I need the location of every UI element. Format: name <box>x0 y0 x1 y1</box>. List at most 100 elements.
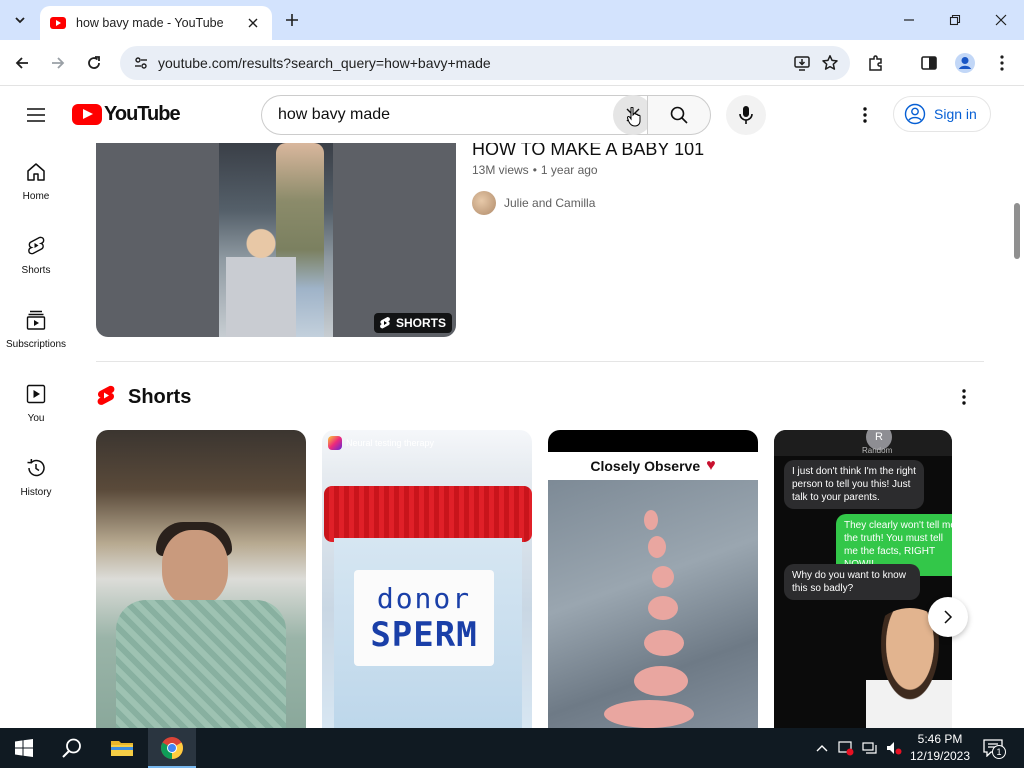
window-close-button[interactable] <box>989 8 1013 32</box>
channel-avatar[interactable] <box>472 191 496 215</box>
youtube-logo[interactable]: YouTube <box>72 103 181 126</box>
upload-age: 1 year ago <box>540 163 598 177</box>
start-button[interactable] <box>0 728 48 768</box>
file-explorer-button[interactable] <box>98 728 146 768</box>
chevron-right-icon <box>944 610 953 624</box>
channel-link[interactable]: Julie and Camilla <box>472 191 595 215</box>
video-thumbnail[interactable]: SHORTS <box>96 143 456 337</box>
settings-menu-button[interactable] <box>853 103 877 127</box>
reload-button[interactable] <box>82 51 106 75</box>
voice-search-button[interactable] <box>726 95 766 135</box>
search-icon <box>62 738 81 758</box>
minimize-icon <box>904 19 914 21</box>
restore-button[interactable] <box>943 8 967 32</box>
short-card[interactable] <box>96 430 306 728</box>
taskbar-search-button[interactable] <box>48 728 96 768</box>
close-icon <box>248 18 258 28</box>
network-icon <box>862 742 877 754</box>
chat-contact-name: Random <box>862 446 893 455</box>
tab-close-button[interactable] <box>244 14 262 32</box>
chevron-down-icon <box>15 17 25 24</box>
search-input[interactable]: how bavy made <box>261 95 653 135</box>
shorts-icon <box>380 317 390 329</box>
short-image-detail <box>324 486 532 542</box>
shelf-menu-button[interactable] <box>952 385 976 409</box>
tab-search-button[interactable] <box>8 8 32 32</box>
tray-overflow-button[interactable] <box>812 738 832 758</box>
home-icon <box>27 163 45 181</box>
install-app-button[interactable] <box>788 49 816 77</box>
chrome-taskbar-button[interactable] <box>148 728 196 768</box>
guide-label: History <box>20 487 52 498</box>
chrome-menu-button[interactable] <box>990 51 1014 75</box>
sign-in-label: Sign in <box>934 106 977 122</box>
guide-item-history[interactable]: History <box>0 439 72 513</box>
browser-tab-youtube[interactable]: how bavy made - YouTube <box>40 6 272 40</box>
section-divider <box>96 361 984 362</box>
more-vert-icon <box>1000 55 1004 71</box>
tray-volume-button[interactable] <box>884 738 904 758</box>
short-image-detail <box>116 600 286 728</box>
tray-security-button[interactable] <box>836 738 856 758</box>
short-image-detail <box>162 530 228 606</box>
page-scrollbar[interactable] <box>1010 87 1024 728</box>
profile-avatar-icon <box>955 53 975 73</box>
shorts-badge: SHORTS <box>373 313 452 333</box>
hamburger-icon <box>27 108 45 122</box>
chevron-up-icon <box>816 745 828 752</box>
short-image-detail <box>634 666 688 696</box>
restore-icon <box>949 14 961 26</box>
mouse-cursor-icon <box>627 107 641 127</box>
guide-item-shorts[interactable]: Shorts <box>0 217 72 291</box>
site-info-button[interactable] <box>130 52 152 74</box>
guide-item-subscriptions[interactable]: Subscriptions <box>0 291 72 365</box>
channel-name[interactable]: Julie and Camilla <box>504 196 595 210</box>
plus-icon <box>286 14 298 26</box>
shelf-next-button[interactable] <box>928 597 968 637</box>
short-card[interactable]: Closely Observe ♥ <box>548 430 758 728</box>
extensions-button[interactable] <box>864 51 888 75</box>
guide-item-home[interactable]: Home <box>0 143 72 217</box>
chat-bubble-incoming: I just don't think I'm the right person … <box>784 460 924 509</box>
address-bar[interactable]: youtube.com/results?search_query=how+bav… <box>120 46 850 80</box>
mini-guide: Home Shorts Subscriptions You History <box>0 143 72 728</box>
view-count: 13M views <box>472 163 529 177</box>
tray-network-button[interactable] <box>860 738 880 758</box>
short-image-detail <box>648 536 666 558</box>
chat-bubble-incoming: Why do you want to know this so badly? <box>784 564 920 600</box>
profile-button[interactable] <box>953 51 977 75</box>
back-button[interactable] <box>10 51 34 75</box>
side-panel-button[interactable] <box>917 51 941 75</box>
video-title[interactable]: HOW TO MAKE A BABY 101 <box>472 143 704 160</box>
sign-in-button[interactable]: Sign in <box>893 96 991 132</box>
short-overlay: Closely Observe ♥ <box>548 452 758 480</box>
short-overlay: Neural testing therapy <box>328 436 434 450</box>
minimize-button[interactable] <box>897 8 921 32</box>
video-metadata: 13M views • 1 year ago <box>472 163 598 177</box>
arrow-right-icon <box>52 57 65 69</box>
url-text[interactable]: youtube.com/results?search_query=how+bav… <box>158 55 788 71</box>
guide-menu-button[interactable] <box>24 103 48 127</box>
puzzle-icon <box>869 55 882 71</box>
search-button[interactable] <box>647 95 711 135</box>
short-overlay-text: Neural testing therapy <box>346 438 435 448</box>
bookmark-button[interactable] <box>816 49 844 77</box>
clock-date: 12/19/2023 <box>909 749 971 763</box>
guide-item-you[interactable]: You <box>0 365 72 439</box>
short-card[interactable]: R Random I just don't think I'm the righ… <box>774 430 952 728</box>
cup-label-line: SPERM <box>370 614 478 655</box>
forward-button[interactable] <box>46 51 70 75</box>
action-center-button[interactable]: 1 <box>980 736 1006 760</box>
short-card[interactable]: Neural testing therapy donor SPERM <box>322 430 532 728</box>
system-clock[interactable]: 5:46 PM 12/19/2023 <box>906 731 974 765</box>
new-tab-button[interactable] <box>282 10 302 30</box>
microphone-icon <box>739 106 753 124</box>
search-query-text[interactable]: how bavy made <box>278 106 613 124</box>
guide-label: You <box>27 413 45 424</box>
more-vert-icon <box>863 107 867 123</box>
scrollbar-thumb[interactable] <box>1014 203 1020 259</box>
short-image-detail <box>652 566 674 588</box>
short-image-detail <box>548 480 758 728</box>
history-icon <box>27 458 45 477</box>
short-overlay-text: Closely Observe <box>590 458 701 474</box>
